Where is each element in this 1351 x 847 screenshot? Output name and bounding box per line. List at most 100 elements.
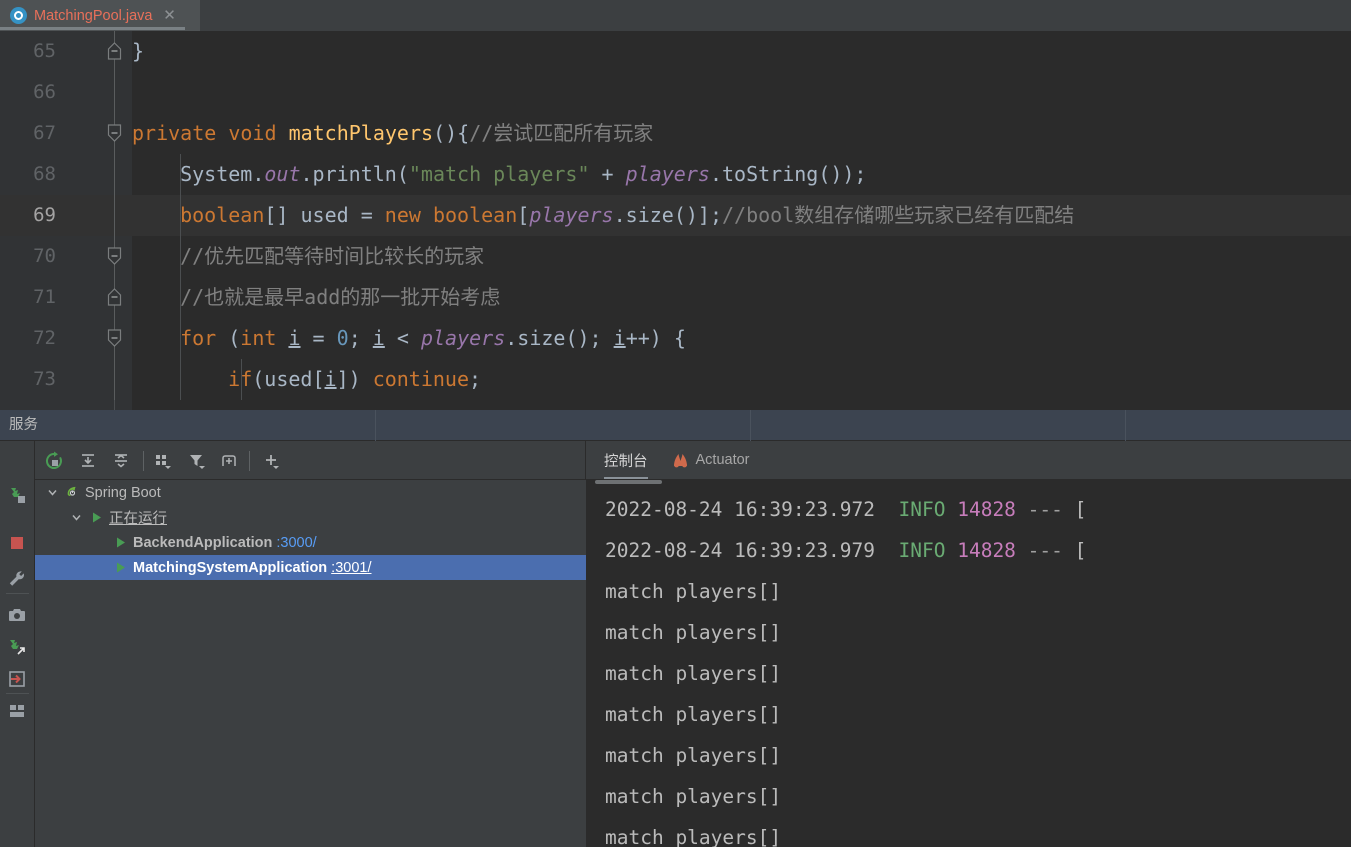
rerun-icon[interactable]: [43, 450, 65, 472]
fold-marker-collapse-end[interactable]: [107, 288, 122, 306]
twisty-placeholder: [93, 536, 107, 550]
run-icon: [113, 536, 127, 550]
camera-icon[interactable]: [5, 603, 29, 627]
code-line-72: for (int i = 0; i < players.size(); i++)…: [180, 326, 686, 350]
editor-line-73: 73: [0, 359, 1351, 400]
import-icon[interactable]: [5, 667, 29, 691]
editor-line-65: 65: [0, 31, 1351, 72]
services-title: 服务: [9, 417, 38, 433]
fold-marker-collapse-end[interactable]: [107, 42, 122, 60]
fold-line: [114, 154, 115, 195]
fold-line: [114, 72, 115, 113]
services-header-bar: 服务: [0, 410, 1351, 441]
code-line-69: boolean[] used = new boolean[players.siz…: [180, 203, 1075, 227]
strip-divider: [6, 593, 29, 594]
console-tab-label: Actuator: [695, 452, 750, 468]
line-number: 66: [33, 81, 56, 103]
settings-wrench-icon[interactable]: [5, 567, 29, 591]
line-number: 65: [33, 40, 56, 62]
console-output[interactable]: 2022-08-24 16:39:23.972 INFO 14828 --- […: [586, 480, 1351, 847]
tree-item-label: BackendApplication: [133, 534, 273, 551]
add-tab-icon[interactable]: [219, 450, 241, 472]
tree-item-label: 正在运行: [109, 511, 167, 527]
code-line-65: }: [132, 39, 145, 63]
line-number: 72: [33, 327, 56, 349]
fold-line: [114, 359, 115, 400]
code-line-73: if(used[i]) continue;: [228, 367, 482, 391]
services-side-icon-strip: [0, 441, 35, 847]
chevron-down-icon[interactable]: [69, 511, 83, 525]
console-log-line: match players[]: [605, 785, 782, 808]
rerun-service-icon[interactable]: [5, 483, 29, 507]
toolbar-separator-1: [143, 451, 144, 471]
java-class-icon: [10, 7, 27, 24]
tree-item[interactable]: 正在运行: [35, 505, 586, 530]
debug-icon[interactable]: [5, 635, 29, 659]
fold-marker-collapse-start[interactable]: [107, 329, 122, 347]
spring-boot-icon: [65, 486, 79, 500]
layout-icon[interactable]: [5, 699, 29, 723]
code-line-70: //优先匹配等待时间比较长的玩家: [180, 244, 485, 268]
console-log-line: match players[]: [605, 826, 782, 847]
fold-line: [114, 195, 115, 236]
console-log-line: match players[]: [605, 580, 782, 603]
services-tree[interactable]: Spring Boot 正在运行 BackendApplication:3000/M…: [35, 480, 586, 847]
tree-item[interactable]: MatchingSystemApplication:3001/: [35, 555, 586, 580]
twisty-placeholder: [93, 561, 107, 575]
strip-divider-2: [6, 693, 29, 694]
line-number: 68: [33, 163, 56, 185]
tree-item-port-link[interactable]: :3001/: [331, 560, 371, 576]
console-log-line: 2022-08-24 16:39:23.972 INFO 14828 --- [: [605, 498, 1087, 521]
code-editor[interactable]: 65 66 67 68 69 70 71 72 73 } private void matchPl…: [0, 31, 1351, 410]
stop-icon[interactable]: [5, 531, 29, 555]
code-line-68: System.out.println("match players" + pla…: [180, 162, 867, 186]
filter-icon[interactable]: [187, 450, 209, 472]
group-by-icon[interactable]: [153, 450, 175, 472]
console-log-line: match players[]: [605, 703, 782, 726]
editor-tab-underline: [0, 27, 185, 30]
collapse-all-icon[interactable]: [110, 450, 132, 472]
close-icon[interactable]: ✕: [163, 8, 177, 23]
console-panel: 控制台 Actuator 2022-08-24 16:39:23.972 INFO…: [586, 441, 1351, 847]
run-icon: [113, 561, 127, 575]
header-separator-1: [375, 410, 376, 441]
line-number: 69: [33, 204, 56, 226]
editor-tab-label: MatchingPool.java: [34, 7, 153, 24]
tree-item-label: MatchingSystemApplication: [133, 559, 328, 576]
line-number: 71: [33, 286, 56, 308]
toolbar-separator-2: [249, 451, 250, 471]
editor-tab-bar: MatchingPool.java ✕: [0, 0, 1351, 31]
console-log-line: match players[]: [605, 621, 782, 644]
add-icon[interactable]: [261, 450, 283, 472]
services-tree-panel: Spring Boot 正在运行 BackendApplication:3000/M…: [35, 441, 586, 847]
console-log-line: match players[]: [605, 662, 782, 685]
header-separator-3: [1125, 410, 1126, 441]
tree-item[interactable]: BackendApplication:3000/: [35, 530, 586, 555]
line-number: 70: [33, 245, 56, 267]
code-line-67: private void matchPlayers(){//尝试匹配所有玩家: [132, 121, 654, 145]
indent-guide: [180, 359, 181, 400]
line-number: 67: [33, 122, 56, 144]
console-log-line: 2022-08-24 16:39:23.979 INFO 14828 --- [: [605, 539, 1087, 562]
fold-marker-collapse-start[interactable]: [107, 124, 122, 142]
console-tab[interactable]: Actuator: [672, 441, 750, 479]
console-log-line: match players[]: [605, 744, 782, 767]
code-line-71: //也就是最早add的那一批开始考虑: [180, 285, 501, 309]
expand-all-icon[interactable]: [77, 450, 99, 472]
run-icon: [89, 511, 103, 525]
idea-window: MatchingPool.java ✕ 65 66 67 68 69 70 71 72 73 }…: [0, 0, 1351, 847]
console-horizontal-scrollbar[interactable]: [595, 480, 662, 484]
actuator-icon: [672, 453, 689, 468]
tree-item[interactable]: Spring Boot: [35, 480, 586, 505]
tree-item-port-link[interactable]: :3000/: [276, 535, 316, 551]
line-number: 73: [33, 368, 56, 390]
console-tab[interactable]: 控制台: [604, 441, 648, 479]
fold-marker-collapse-start[interactable]: [107, 247, 122, 265]
console-tab-label: 控制台: [604, 453, 648, 470]
tree-item-label: Spring Boot: [85, 484, 161, 501]
console-tab-bar: 控制台 Actuator: [586, 441, 1351, 480]
header-separator-2: [750, 410, 751, 441]
services-toolbar: [35, 441, 586, 480]
editor-line-66: 66: [0, 72, 1351, 113]
chevron-down-icon[interactable]: [45, 486, 59, 500]
